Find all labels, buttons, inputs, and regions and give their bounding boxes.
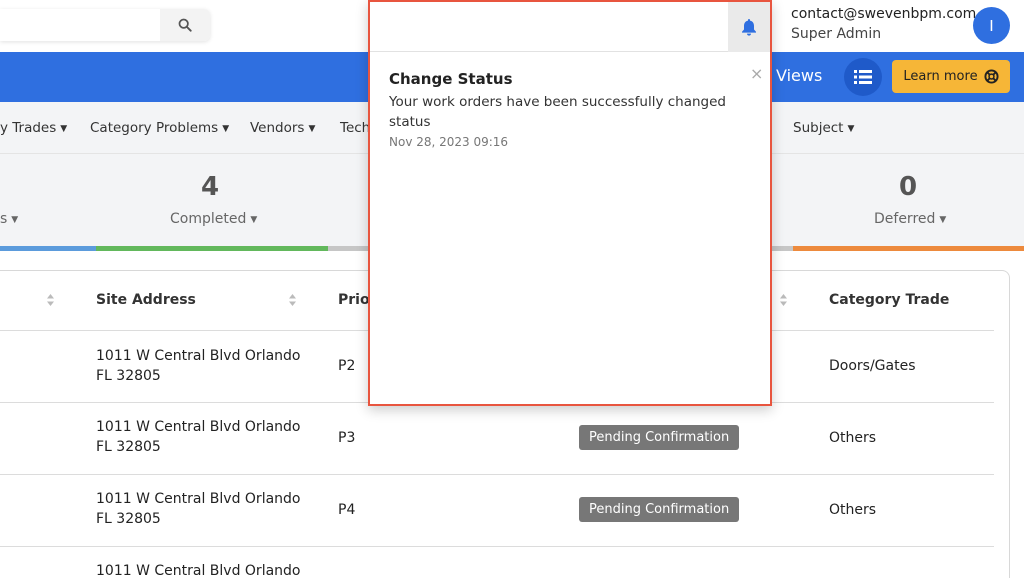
search-input[interactable]: [0, 9, 160, 41]
notification-title: Change Status: [389, 70, 513, 88]
bell-icon: [742, 19, 756, 36]
filter-category-problems[interactable]: Category Problems ▼: [90, 120, 229, 136]
cell-address: 1011 W Central Blvd Orlando FL 32805: [96, 491, 301, 527]
filter-vendors[interactable]: Vendors ▼: [250, 120, 315, 136]
user-email: contact@swevenbpm.com: [791, 6, 977, 22]
close-icon[interactable]: ×: [750, 64, 763, 83]
stat-label-completed[interactable]: Completed ▼: [170, 211, 257, 227]
caret-down-icon: ▼: [847, 124, 855, 134]
stat-count-completed: 4: [201, 172, 220, 202]
filter-category-trades[interactable]: y Trades ▼: [0, 120, 67, 136]
list-icon: [854, 70, 872, 84]
row-divider: [0, 474, 994, 475]
header-site-address[interactable]: Site Address: [96, 292, 196, 308]
cell-priority: P2: [338, 358, 356, 374]
lifebuoy-icon: [984, 69, 999, 84]
learn-more-button[interactable]: Learn more: [892, 60, 1010, 93]
status-badge: Pending Confirmation: [579, 425, 740, 450]
search-box: [0, 9, 210, 41]
user-role: Super Admin: [791, 26, 882, 42]
sort-icon[interactable]: [46, 293, 55, 307]
stripe-completed: [96, 246, 328, 251]
caret-down-icon: ▼: [308, 124, 316, 134]
status-badge: Pending Confirmation: [579, 497, 740, 522]
stripe-deferred: [793, 246, 1024, 251]
cell-priority: P3: [338, 430, 356, 446]
caret-down-icon: ▼: [60, 124, 68, 134]
stat-label-deferred[interactable]: Deferred ▼: [874, 211, 946, 227]
cell-priority: P4: [338, 502, 356, 518]
caret-down-icon: ▼: [250, 215, 258, 225]
cell-address: 1011 W Central Blvd Orlando FL 32805: [96, 348, 301, 384]
stat-count-deferred: 0: [899, 172, 918, 202]
cell-trade: Others: [829, 430, 877, 446]
caret-down-icon: ▼: [11, 215, 19, 225]
notification-bell-button[interactable]: [728, 2, 770, 52]
header-category-trade[interactable]: Category Trade: [829, 292, 949, 308]
stat-label-partial[interactable]: s ▼: [0, 211, 18, 227]
list-view-button[interactable]: [844, 58, 882, 96]
notification-time: Nov 28, 2023 09:16: [389, 135, 509, 149]
sort-icon[interactable]: [779, 293, 788, 307]
notification-panel: × Change Status Your work orders have be…: [368, 0, 772, 406]
sort-icon[interactable]: [288, 293, 297, 307]
cell-trade: Others: [829, 502, 877, 518]
filter-subject[interactable]: Subject ▼: [793, 120, 854, 136]
caret-down-icon: ▼: [939, 215, 947, 225]
caret-down-icon: ▼: [222, 124, 230, 134]
filter-technicians[interactable]: Tech: [340, 120, 370, 136]
cell-address: 1011 W Central Blvd Orlando: [96, 563, 301, 578]
stripe-blue: [0, 246, 96, 251]
learn-more-label: Learn more: [903, 69, 978, 84]
cell-address: 1011 W Central Blvd Orlando FL 32805: [96, 419, 301, 455]
cell-trade: Doors/Gates: [829, 358, 916, 374]
notification-message: Your work orders have been successfully …: [389, 94, 726, 130]
search-icon: [178, 18, 192, 32]
avatar[interactable]: I: [973, 7, 1010, 44]
views-label[interactable]: Views: [776, 66, 822, 85]
notification-header: [370, 2, 770, 52]
row-divider: [0, 546, 994, 547]
search-button[interactable]: [160, 9, 210, 41]
